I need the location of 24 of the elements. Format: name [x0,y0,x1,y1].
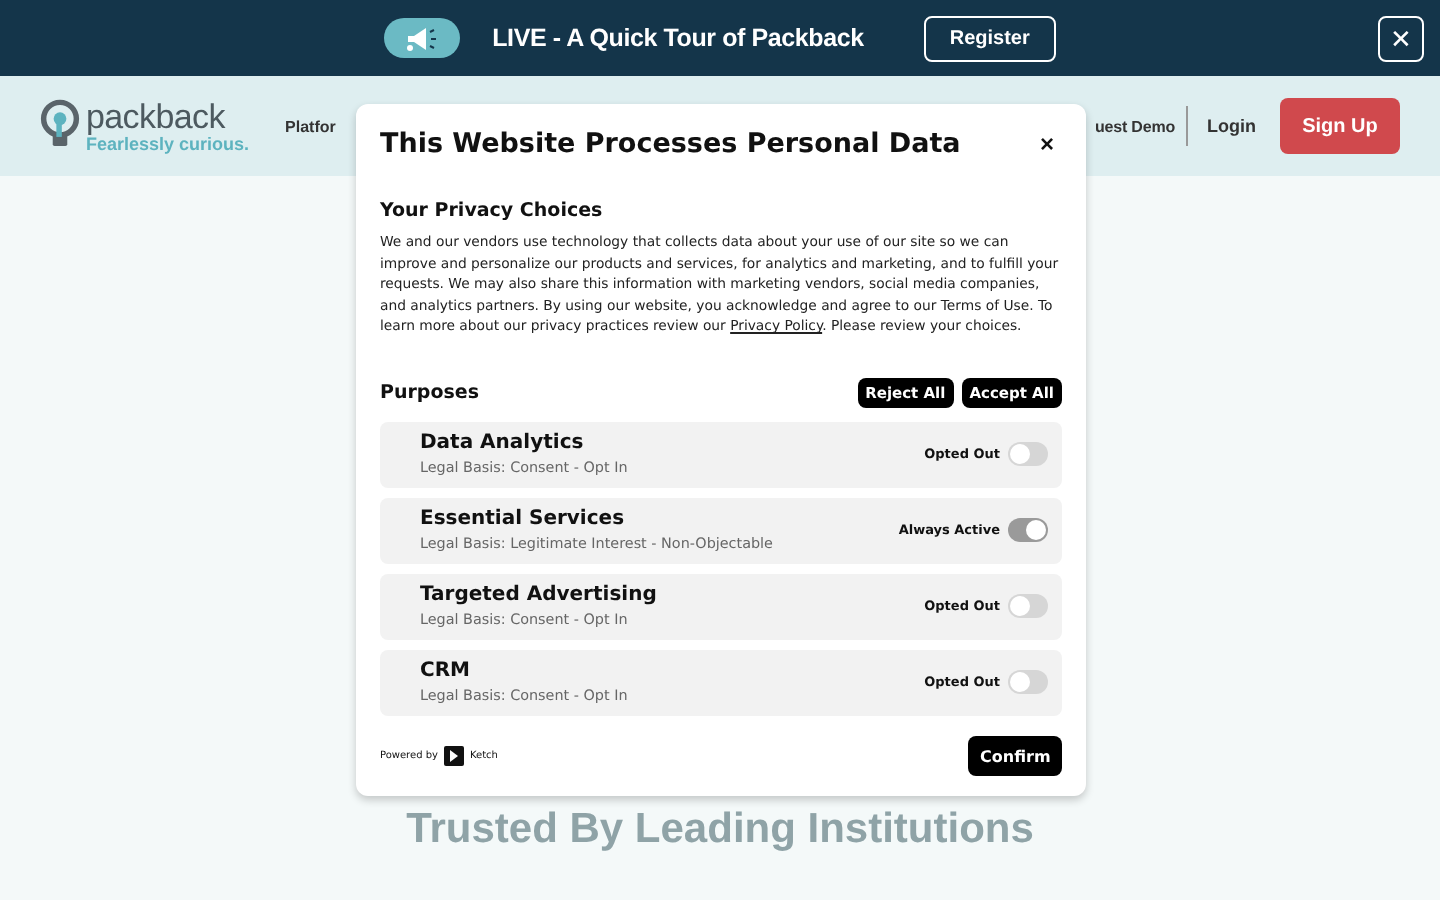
purpose-name: CRM [420,660,472,682]
logo-tagline: Fearlessly curious. [86,135,250,153]
logo-wordmark: packback [86,99,228,133]
nav-link[interactable]: Platfor [285,117,336,135]
section-title: Your Privacy Choices [380,200,605,222]
purpose-name: Data Analytics [420,432,586,454]
purposes-title: Purposes [380,381,481,403]
signup-button[interactable]: Sign Up [1280,98,1400,154]
register-button[interactable]: Register [923,15,1056,61]
confirm-button[interactable]: Confirm [968,736,1062,776]
close-button[interactable]: ✕ [1378,16,1424,62]
hero-heading: Trusted By Leading Institutions [404,806,1036,854]
close-button[interactable]: × [1031,130,1062,158]
megaphone-icon [404,25,441,51]
consent-toggle[interactable] [1008,442,1048,466]
purpose-name: Essential Services [420,508,627,530]
dialog-title: This Website Processes Personal Data [380,128,961,160]
brand-logo-icon [443,746,464,766]
nav-link[interactable]: uest Demo [1095,117,1175,135]
consent-toggle[interactable] [1008,670,1048,694]
purpose-name: Targeted Advertising [420,584,659,606]
consent-toggle[interactable] [1008,594,1048,618]
banner-title: LIVE - A Quick Tour of Packback [492,24,864,52]
login-link[interactable]: Login [1207,116,1256,136]
